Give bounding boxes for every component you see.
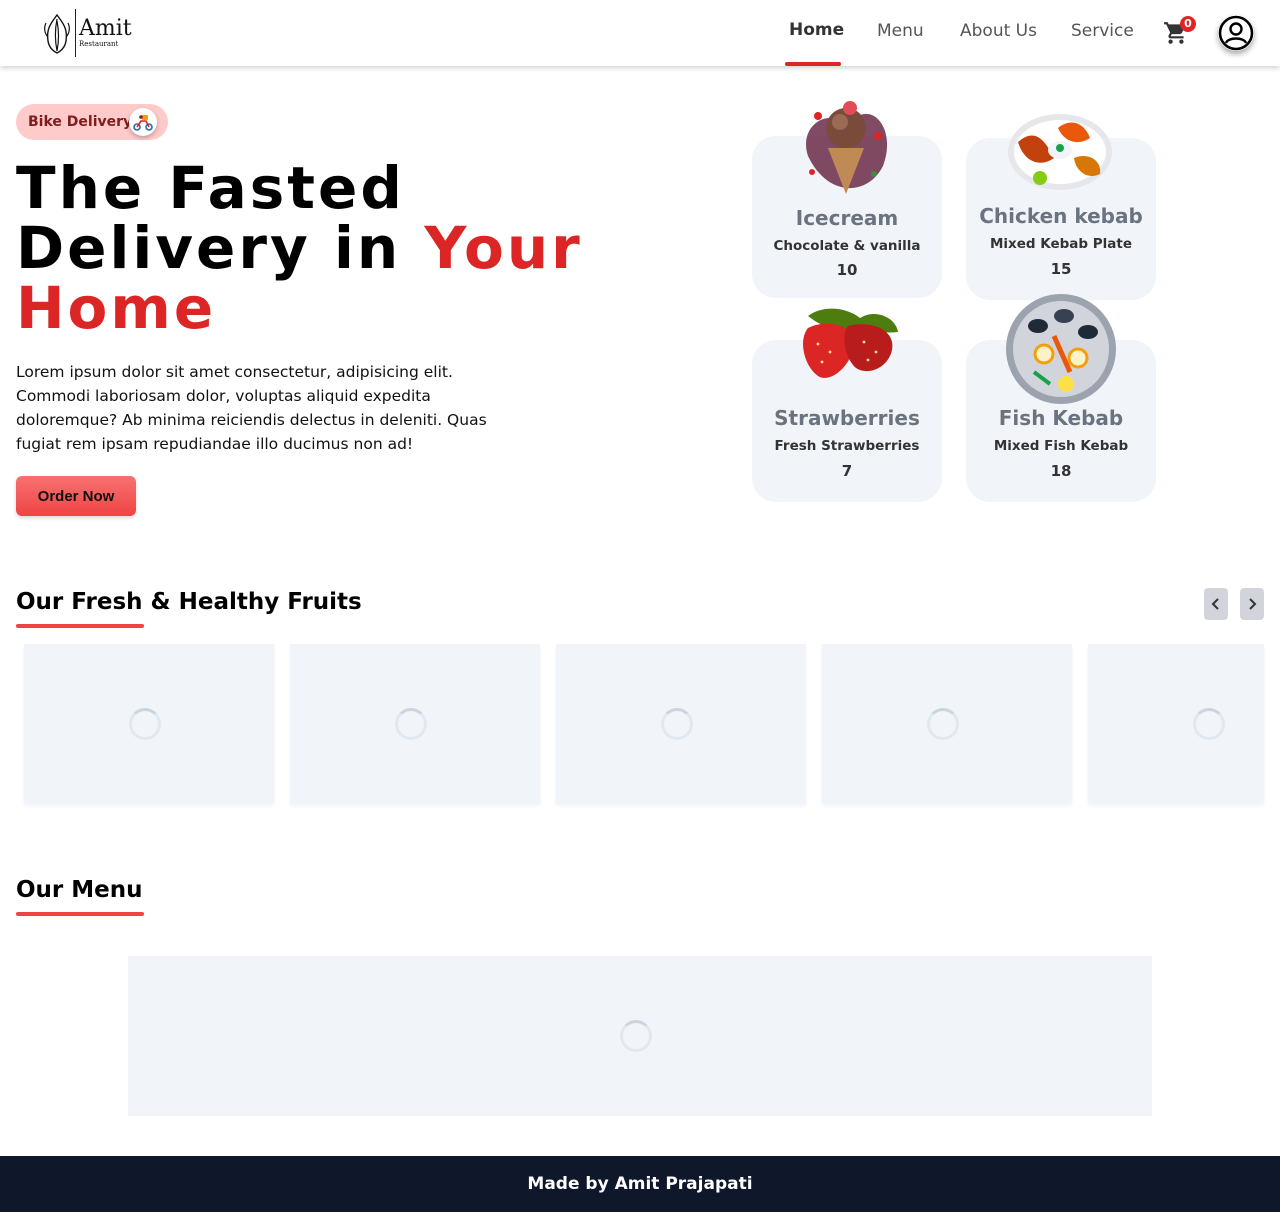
food-card-fish-kebab[interactable]: Fish Kebab Mixed Fish Kebab 18 (966, 294, 1156, 502)
footer: Made by Amit Prajapati (0, 1156, 1280, 1212)
food-card-icecream[interactable]: Icecream Chocolate & vanilla 10 (752, 101, 942, 298)
loading-spinner-icon (620, 1020, 652, 1052)
hero-title-line-1: The Fasted (16, 154, 405, 222)
icecream-image (806, 101, 888, 194)
chevron-right-icon[interactable] (1240, 588, 1264, 620)
card-price: 18 (1050, 462, 1072, 480)
nav-menu[interactable]: Menu (877, 21, 924, 41)
chicken-kebab-image (1008, 114, 1112, 190)
card-title: Chicken kebab (979, 204, 1143, 228)
logo-name: Amit (79, 16, 132, 41)
delivery-bike-icon (129, 108, 157, 136)
header: Amit Restaurant Home Menu About Us Servi… (0, 0, 1280, 66)
hero-title-accent-home: Home (16, 274, 217, 342)
card-price: 15 (1050, 260, 1072, 278)
card-title: Icecream (795, 206, 899, 230)
fruit-card-placeholder (1088, 644, 1264, 804)
footer-credit: Made by Amit Prajapati (527, 1174, 753, 1194)
strawberries-image (803, 308, 898, 378)
nav-home[interactable]: Home (789, 20, 844, 40)
nav-about-us[interactable]: About Us (960, 21, 1037, 41)
food-card-chicken-kebab[interactable]: Chicken kebab Mixed Kebab Plate 15 (966, 114, 1156, 300)
fruit-card-placeholder (822, 644, 1072, 804)
hero-title-line-2: Delivery in Your (16, 218, 636, 278)
bike-delivery-label: Bike Delivery (28, 114, 133, 130)
logo-divider (75, 9, 76, 57)
chevron-left-icon[interactable] (1204, 588, 1228, 620)
card-subtitle: Mixed Fish Kebab (993, 438, 1129, 454)
menu-section-title: Our Menu (16, 877, 143, 903)
fish-kebab-image (1006, 294, 1116, 404)
fruit-card-placeholder (290, 644, 540, 804)
loading-spinner-icon (927, 708, 959, 740)
logo-mark-icon (42, 11, 72, 55)
menu-placeholder (128, 956, 1152, 1116)
food-card-strawberries[interactable]: Strawberries Fresh Strawberries 7 (752, 308, 942, 502)
menu-section-underline (16, 912, 144, 916)
card-title: Fish Kebab (998, 406, 1124, 430)
loading-spinner-icon (395, 708, 427, 740)
hero-title-line-2-prefix: Delivery in (16, 214, 425, 282)
fruits-section-title: Our Fresh & Healthy Fruits (16, 589, 362, 615)
user-circle-icon[interactable] (1218, 15, 1254, 51)
logo[interactable]: Amit Restaurant (42, 8, 132, 58)
card-subtitle: Mixed Kebab Plate (989, 236, 1133, 252)
nav-service[interactable]: Service (1071, 21, 1134, 41)
fruits-section-underline (16, 624, 144, 628)
order-now-button[interactable]: Order Now (16, 476, 136, 516)
nav-active-indicator (785, 62, 841, 66)
loading-spinner-icon (661, 708, 693, 740)
cart-count-badge: 0 (1180, 16, 1196, 32)
card-price: 7 (841, 462, 853, 480)
fruit-card-placeholder (24, 644, 274, 804)
loading-spinner-icon (1193, 708, 1225, 740)
hero-title: The Fasted Delivery in Your Home (16, 158, 636, 338)
card-subtitle: Fresh Strawberries (774, 438, 920, 454)
logo-subtitle: Restaurant (79, 40, 119, 48)
logo-text: Amit Restaurant (79, 18, 132, 48)
hero-description: Lorem ipsum dolor sit amet consectetur, … (16, 363, 487, 453)
loading-spinner-icon (129, 708, 161, 740)
card-title: Strawberries (774, 406, 920, 430)
card-subtitle: Chocolate & vanilla (773, 238, 921, 254)
card-price: 10 (836, 261, 858, 279)
hero-title-accent-your: Your (424, 214, 583, 282)
fruit-card-placeholder (556, 644, 806, 804)
bike-delivery-pill: Bike Delivery (16, 104, 168, 140)
